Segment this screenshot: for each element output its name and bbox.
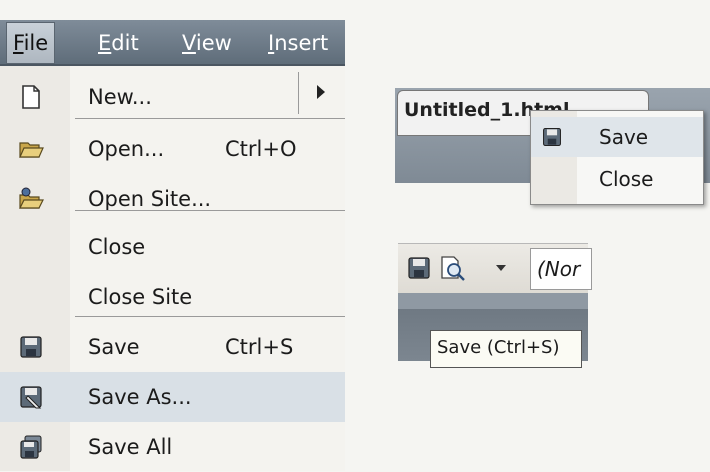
file-menu: New... Open... Ctrl+O Open Site... Close… bbox=[0, 66, 345, 471]
tab-context-menu: Save Close bbox=[530, 110, 704, 205]
menu-item-open[interactable]: Open... Ctrl+O bbox=[0, 124, 345, 174]
menu-item-label: Close bbox=[88, 235, 146, 259]
menu-bar: File Edit View Insert bbox=[0, 20, 345, 66]
save-icon bbox=[543, 128, 561, 146]
context-item-label: Close bbox=[599, 167, 654, 191]
tooltip-text: Save (Ctrl+S) bbox=[437, 337, 560, 358]
menu-item-open-site[interactable]: Open Site... bbox=[0, 174, 345, 224]
submenu-arrow[interactable] bbox=[298, 72, 346, 114]
menu-item-shortcut: Ctrl+S bbox=[225, 335, 294, 359]
menu-separator bbox=[75, 210, 345, 211]
menu-insert[interactable]: Insert bbox=[262, 20, 334, 66]
save-as-icon bbox=[20, 386, 42, 409]
menu-item-label: New... bbox=[88, 85, 152, 109]
menu-item-label: Open Site... bbox=[88, 187, 212, 211]
toolbar: (Nor bbox=[398, 243, 592, 294]
chevron-down-icon[interactable] bbox=[496, 265, 506, 271]
style-combo-value: (Nor bbox=[537, 257, 581, 281]
menu-separator bbox=[75, 118, 345, 119]
menu-item-close-site[interactable]: Close Site bbox=[0, 272, 345, 322]
chevron-right-icon bbox=[317, 85, 325, 99]
menu-item-save[interactable]: Save Ctrl+S bbox=[0, 322, 345, 372]
menu-view[interactable]: View bbox=[176, 20, 238, 66]
menu-item-label: Save bbox=[88, 335, 140, 359]
style-combo-box[interactable]: (Nor bbox=[530, 248, 592, 290]
save-tooltip: Save (Ctrl+S) bbox=[430, 330, 582, 368]
save-icon bbox=[20, 336, 42, 358]
menu-item-label: Open... bbox=[88, 137, 165, 161]
menu-item-label: Save All bbox=[88, 435, 173, 459]
menu-item-shortcut: Ctrl+O bbox=[225, 137, 297, 161]
open-site-icon bbox=[19, 187, 44, 209]
context-item-close[interactable]: Close bbox=[531, 159, 703, 199]
menu-item-save-all[interactable]: Save All bbox=[0, 422, 345, 472]
save-all-icon bbox=[20, 435, 42, 459]
menu-item-label: Close Site bbox=[88, 285, 193, 309]
print-preview-icon[interactable] bbox=[438, 255, 468, 281]
menu-item-label: Save As... bbox=[88, 385, 192, 409]
menu-separator bbox=[75, 316, 345, 317]
open-folder-icon bbox=[19, 142, 44, 158]
menu-file[interactable]: File bbox=[6, 22, 56, 64]
save-icon[interactable] bbox=[406, 255, 432, 281]
menu-edit[interactable]: Edit bbox=[92, 20, 145, 66]
menu-item-new[interactable]: New... bbox=[0, 72, 345, 122]
menu-item-close[interactable]: Close bbox=[0, 222, 345, 272]
context-item-label: Save bbox=[599, 125, 649, 149]
new-document-icon bbox=[22, 85, 40, 109]
context-item-save[interactable]: Save bbox=[531, 117, 703, 157]
menu-item-save-as[interactable]: Save As... bbox=[0, 372, 345, 422]
